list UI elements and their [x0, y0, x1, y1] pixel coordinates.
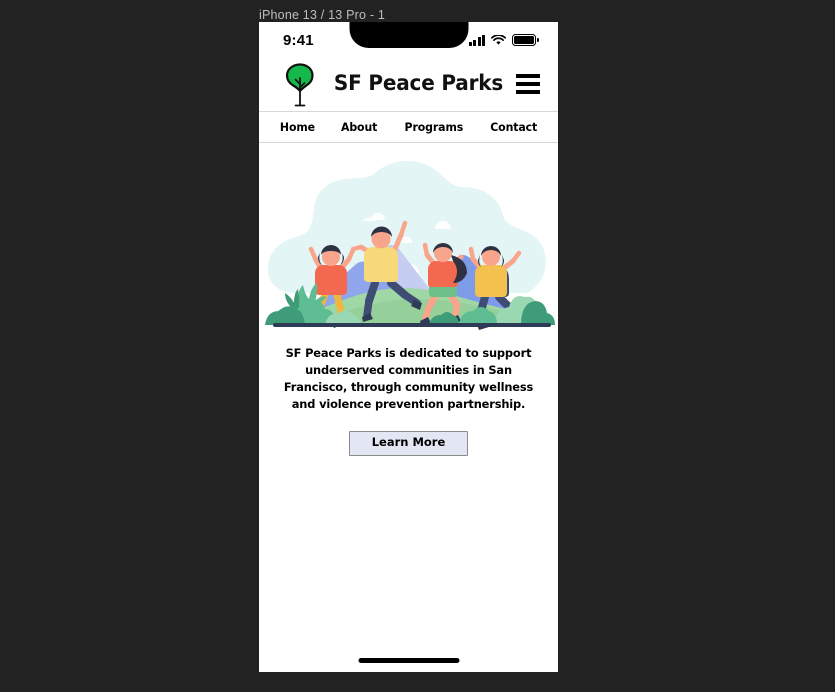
main-navigation: Home About Programs Contact	[259, 111, 558, 143]
nav-item-programs[interactable]: Programs	[404, 120, 463, 134]
wifi-icon	[491, 31, 506, 50]
hero-tagline: SF Peace Parks is dedicated to support u…	[283, 346, 534, 411]
status-bar-time: 9:41	[283, 31, 314, 49]
hamburger-menu-icon[interactable]	[516, 73, 540, 94]
battery-icon	[512, 34, 539, 46]
status-bar-icons	[468, 31, 539, 50]
phone-screen: 9:41 SF Peace Parks Home About Programs …	[259, 22, 558, 672]
home-indicator-bar[interactable]	[358, 658, 459, 663]
cta-container: Learn More	[259, 431, 558, 456]
simulator-device-label: iPhone 13 / 13 Pro - 1	[259, 8, 386, 22]
cellular-signal-icon	[468, 34, 485, 46]
hero-illustration	[265, 160, 555, 330]
nav-item-contact[interactable]: Contact	[490, 120, 537, 134]
brand-title: SF Peace Parks	[333, 71, 504, 96]
simulator-window: iPhone 13 / 13 Pro - 1 9:41 SF Peace Par…	[0, 0, 835, 692]
learn-more-button[interactable]: Learn More	[348, 431, 469, 456]
nav-item-about[interactable]: About	[341, 120, 377, 134]
phone-notch	[349, 22, 468, 48]
tree-logo-icon[interactable]	[281, 62, 319, 108]
nav-item-home[interactable]: Home	[280, 120, 315, 134]
site-header: SF Peace Parks	[259, 56, 558, 111]
